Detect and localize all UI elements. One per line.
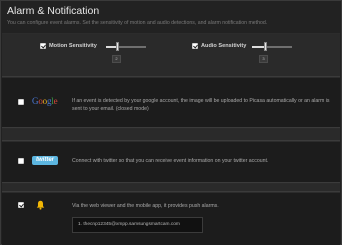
push-notification-row: Via the web viewer and the mobile app, i… — [2, 192, 340, 245]
google-description: If an event is detected by your google a… — [72, 98, 330, 112]
audio-sensitivity-slider[interactable] — [252, 42, 292, 51]
motion-slider-thumb[interactable] — [116, 42, 119, 51]
twitter-description: Connect with twitter so that you can rec… — [72, 158, 269, 164]
motion-sensitivity-checkbox[interactable] — [40, 43, 46, 49]
twitter-logo: twitter — [32, 156, 58, 165]
google-checkbox[interactable] — [18, 99, 24, 105]
audio-sensitivity-checkbox[interactable] — [192, 43, 198, 49]
push-checkbox[interactable] — [18, 202, 24, 208]
audio-sensitivity-label: Audio Sensitivity — [201, 43, 247, 49]
audio-sensitivity-value: 3 — [259, 55, 268, 63]
alarm-notification-panel: Alarm & Notification You can configure e… — [0, 0, 342, 245]
motion-sensitivity-slider[interactable] — [106, 42, 146, 51]
twitter-checkbox[interactable] — [18, 158, 24, 164]
audio-slider-thumb[interactable] — [264, 42, 267, 51]
page-title: Alarm & Notification — [7, 5, 100, 17]
google-notification-row: Google If an event is detected by your g… — [2, 77, 340, 127]
motion-sensitivity-value: 2 — [112, 55, 121, 63]
push-description: Via the web viewer and the mobile app, i… — [72, 203, 219, 209]
google-logo: Google — [32, 96, 58, 106]
motion-sensitivity-label: Motion Sensitivity — [49, 43, 97, 49]
sensitivity-row: Motion Sensitivity 2 Audio Sensitivity 3 — [2, 33, 340, 76]
page-subtitle: You can configure event alarms. Set the … — [7, 20, 268, 26]
bell-icon — [36, 200, 45, 210]
push-email-field[interactable]: 1. thecnp12345@xmpp.samsungsmartcam.com — [72, 217, 203, 233]
twitter-notification-row: twitter Connect with twitter so that you… — [2, 141, 340, 182]
